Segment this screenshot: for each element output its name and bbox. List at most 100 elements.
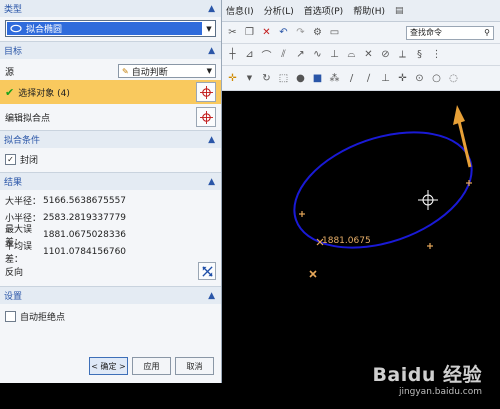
menu-item-help[interactable]: 帮助(H) bbox=[353, 4, 385, 17]
cancel-button[interactable]: 取消 bbox=[175, 357, 214, 375]
control-point-icon[interactable]: ⊥ bbox=[379, 72, 392, 85]
search-icon: ⚲ bbox=[484, 28, 490, 37]
settings-title: 设置 bbox=[4, 292, 23, 302]
crosshair-icon bbox=[199, 85, 213, 99]
extra-menu-icon[interactable]: ▤ bbox=[395, 6, 404, 16]
bridge-icon[interactable]: ⌓ bbox=[345, 48, 358, 61]
watermark-site: jingyan.baidu.com bbox=[398, 387, 482, 397]
undo-icon[interactable]: ↶ bbox=[277, 26, 290, 39]
endpoint-icon[interactable]: / bbox=[345, 72, 358, 85]
menu-item-preferences[interactable]: 首选项(P) bbox=[304, 4, 343, 17]
sphere-icon[interactable]: ● bbox=[294, 72, 307, 85]
crosshair-icon bbox=[199, 110, 213, 124]
extend-icon[interactable]: ↗ bbox=[294, 48, 307, 61]
fit-point-marker bbox=[466, 180, 472, 186]
curve-length-icon[interactable]: ⟂ bbox=[396, 48, 409, 61]
source-dropdown-value: 自动判断 bbox=[131, 67, 168, 78]
fillet-icon[interactable]: ⌒ bbox=[260, 48, 273, 62]
direction-arrow bbox=[453, 105, 472, 168]
intersect-icon[interactable]: ✕ bbox=[362, 48, 375, 61]
chevron-down-icon: ▼ bbox=[206, 67, 212, 75]
trim-icon[interactable]: ⊿ bbox=[243, 48, 256, 61]
delete-icon[interactable]: ✕ bbox=[260, 26, 273, 39]
type-section-title: 类型 bbox=[4, 5, 23, 15]
result-value: 1881.0675028336 bbox=[43, 229, 127, 240]
point-dialog-button[interactable] bbox=[196, 82, 216, 102]
project-icon[interactable]: ⊥ bbox=[328, 48, 341, 61]
closed-label: 封闭 bbox=[20, 156, 39, 166]
helix-icon[interactable]: § bbox=[413, 48, 426, 61]
line-tool-icon[interactable]: ┼ bbox=[226, 48, 239, 61]
window-icon[interactable]: ▭ bbox=[328, 26, 341, 39]
cube-icon[interactable]: ■ bbox=[311, 72, 324, 85]
type-dropdown[interactable]: 拟合椭圆 ▼ bbox=[5, 20, 216, 37]
command-finder-icon[interactable]: ⚙ bbox=[311, 26, 324, 39]
copy-icon[interactable]: ❐ bbox=[243, 26, 256, 39]
menu-item-info[interactable]: 信息(I) bbox=[226, 4, 254, 17]
result-label: 大半径： bbox=[5, 197, 42, 207]
grip-icon[interactable]: ⋮ bbox=[430, 48, 443, 61]
result-value: 2583.2819337779 bbox=[43, 212, 127, 223]
midpoint-icon[interactable]: ∕ bbox=[362, 72, 375, 85]
results-header[interactable]: 结果 ▲ bbox=[0, 172, 221, 190]
redo-icon[interactable]: ↷ bbox=[294, 26, 307, 39]
snap-point-icon[interactable]: ✛ bbox=[226, 72, 239, 85]
target-section-title: 目标 bbox=[4, 47, 23, 57]
auto-reject-checkbox[interactable] bbox=[5, 310, 16, 322]
collapse-caret-icon: ▲ bbox=[208, 290, 215, 301]
apply-button[interactable]: 应用 bbox=[132, 357, 171, 375]
max-error-annotation: 1881.0675 bbox=[322, 236, 371, 246]
result-value: 5166.5638675557 bbox=[43, 195, 127, 206]
watermark-brand: Baidu 经验 bbox=[372, 364, 482, 386]
type-section-header[interactable]: 类型 ▲ bbox=[0, 0, 221, 17]
selection-toolbar: ✛ ▼ ↻ ⬚ ● ■ ⁂ / ∕ ⊥ ✛ ⊙ ○ ◌ bbox=[222, 66, 500, 91]
menu-bar: 信息(I) 分析(L) 首选项(P) 帮助(H) ▤ bbox=[222, 0, 500, 22]
result-row: 大半径： 5166.5638675557 bbox=[5, 192, 216, 209]
reverse-button[interactable] bbox=[198, 262, 216, 280]
collapse-caret-icon: ▲ bbox=[208, 3, 215, 14]
fit-conditions-title: 拟合条件 bbox=[4, 136, 41, 146]
fit-point-marker bbox=[299, 211, 305, 217]
cut-icon[interactable]: ✂ bbox=[226, 26, 239, 39]
auto-reject-label: 自动拒绝点 bbox=[20, 312, 66, 323]
rejected-point-marker bbox=[309, 270, 317, 278]
rotate-icon[interactable]: ↻ bbox=[260, 72, 273, 85]
offset-icon[interactable]: ⫽ bbox=[277, 48, 290, 61]
select-box-icon[interactable]: ⬚ bbox=[277, 72, 290, 85]
scatter-icon[interactable]: ⁂ bbox=[328, 72, 341, 85]
curve-toolbar: ┼ ⊿ ⌒ ⫽ ↗ ∿ ⊥ ⌓ ✕ ⊘ ⟂ § ⋮ bbox=[222, 44, 500, 66]
target-section-header[interactable]: 目标 ▲ bbox=[0, 41, 221, 59]
closed-checkbox[interactable]: ✓ bbox=[5, 154, 16, 165]
chevron-down-icon: ▼ bbox=[206, 24, 212, 33]
select-object-row[interactable]: ✔ 选择对象 (4) bbox=[0, 80, 221, 104]
collapse-caret-icon: ▲ bbox=[208, 134, 215, 145]
point-on-curve-icon[interactable]: ◌ bbox=[447, 72, 460, 85]
fitted-ellipse bbox=[293, 131, 473, 249]
search-placeholder: 查找命令 bbox=[410, 28, 442, 37]
wand-icon: ✎ bbox=[122, 66, 129, 76]
reverse-direction-icon bbox=[201, 265, 213, 277]
collapse-caret-icon: ▲ bbox=[208, 176, 215, 187]
graphics-viewport[interactable]: 1881.0675 Baidu 经验 jingyan.baidu.com bbox=[222, 91, 500, 409]
source-label: 源 bbox=[5, 67, 15, 78]
result-value: 1101.0784156760 bbox=[43, 246, 127, 257]
quadrant-point-icon[interactable]: ○ bbox=[430, 72, 443, 85]
menu-item-analysis[interactable]: 分析(L) bbox=[264, 4, 294, 17]
select-object-label: 选择对象 (4) bbox=[18, 88, 70, 99]
dropdown-icon[interactable]: ▼ bbox=[243, 72, 256, 85]
settings-header[interactable]: 设置 ▲ bbox=[0, 286, 221, 304]
center-point-icon[interactable]: ⊙ bbox=[413, 72, 426, 85]
edit-fit-points-label: 编辑拟合点 bbox=[5, 113, 51, 124]
spline-icon[interactable]: ∿ bbox=[311, 48, 324, 61]
divide-icon[interactable]: ⊘ bbox=[379, 48, 392, 61]
result-row: 平均误差： 1101.0784156760 bbox=[5, 242, 216, 265]
fit-conditions-header[interactable]: 拟合条件 ▲ bbox=[0, 130, 221, 148]
baidu-watermark: Baidu 经验 jingyan.baidu.com bbox=[372, 360, 482, 397]
intersection-point-icon[interactable]: ✛ bbox=[396, 72, 409, 85]
checkmark-icon: ✔ bbox=[5, 85, 15, 99]
command-search-input[interactable]: 查找命令 ⚲ bbox=[406, 25, 494, 40]
ok-button[interactable]: < 确定 > bbox=[89, 357, 128, 375]
cursor-crosshair bbox=[418, 190, 438, 210]
source-dropdown[interactable]: ✎ 自动判断 ▼ bbox=[118, 64, 216, 78]
edit-fit-points-button[interactable] bbox=[196, 107, 216, 127]
